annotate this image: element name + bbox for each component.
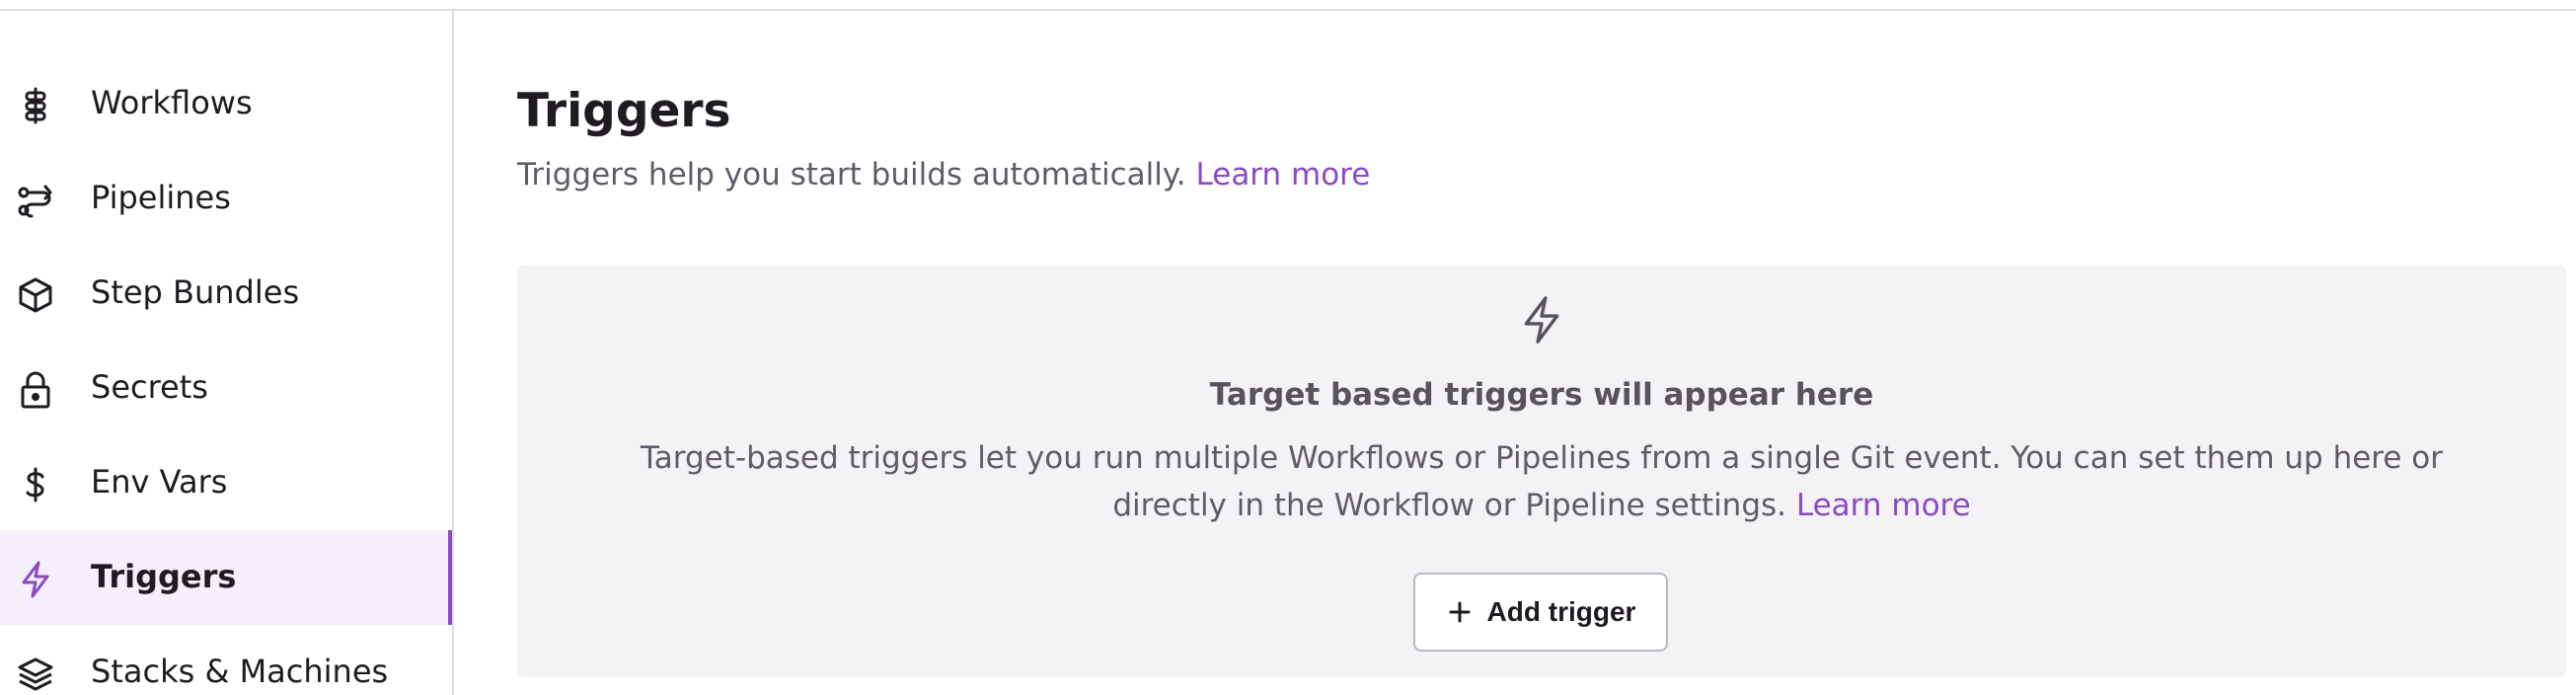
- empty-state-description: Target-based triggers let you run multip…: [596, 434, 2487, 529]
- layers-icon: [16, 655, 55, 694]
- page-subtitle: Triggers help you start builds automatic…: [517, 155, 1370, 194]
- subtitle-text: Triggers help you start builds automatic…: [517, 157, 1186, 193]
- sidebar-item-step-bundles[interactable]: Step Bundles: [0, 246, 452, 341]
- sidebar-item-label: Env Vars: [91, 463, 228, 501]
- empty-state-panel: Target based triggers will appear here T…: [517, 265, 2566, 677]
- sidebar-item-secrets[interactable]: Secrets: [0, 341, 452, 435]
- lock-icon: [16, 370, 55, 410]
- sidebar-item-label: Workflows: [91, 84, 253, 121]
- add-trigger-button[interactable]: Add trigger: [1413, 573, 1668, 652]
- sidebar-item-label: Secrets: [91, 368, 208, 406]
- sidebar-item-label: Pipelines: [91, 179, 231, 216]
- bolt-icon: [16, 560, 55, 599]
- empty-state-title: Target based triggers will appear here: [1209, 377, 1874, 413]
- main-content: Triggers Triggers help you start builds …: [517, 11, 2566, 695]
- page-title: Triggers: [517, 84, 731, 138]
- sidebar-item-label: Stacks & Machines: [91, 653, 389, 690]
- sidebar-item-label: Triggers: [91, 558, 237, 595]
- sidebar-item-workflows[interactable]: Workflows: [0, 56, 452, 151]
- plus-icon: [1449, 601, 1471, 623]
- top-divider: [0, 0, 2576, 11]
- sidebar: Workflows Pipelines Step Bundles Secrets…: [0, 11, 454, 695]
- sidebar-item-label: Step Bundles: [91, 273, 300, 311]
- sidebar-item-env-vars[interactable]: Env Vars: [0, 435, 452, 530]
- empty-state-learn-more-link[interactable]: Learn more: [1796, 488, 1971, 523]
- dollar-icon: [16, 465, 55, 504]
- workflows-icon: [16, 86, 55, 125]
- empty-state-text: Target-based triggers let you run multip…: [640, 440, 2443, 523]
- box-icon: [16, 275, 55, 315]
- add-trigger-label: Add trigger: [1486, 596, 1636, 627]
- learn-more-link[interactable]: Learn more: [1196, 157, 1371, 193]
- sidebar-item-triggers[interactable]: Triggers: [0, 530, 452, 625]
- pipelines-icon: [16, 181, 55, 220]
- bolt-icon: [1524, 296, 1559, 344]
- sidebar-item-stacks-machines[interactable]: Stacks & Machines: [0, 625, 452, 695]
- sidebar-item-pipelines[interactable]: Pipelines: [0, 151, 452, 246]
